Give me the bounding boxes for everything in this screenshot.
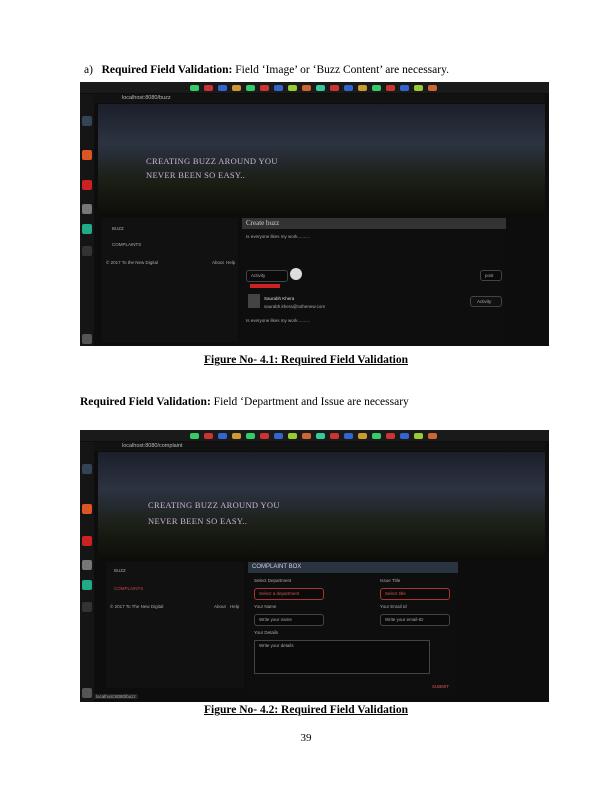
email-input[interactable]: Write your email-ID: [380, 614, 450, 626]
address-bar[interactable]: localhost:8080/complaint: [94, 442, 545, 451]
firefox-icon[interactable]: [82, 150, 92, 160]
user-email: saurabh.khera@tothenew.com: [264, 304, 326, 309]
webstorm-icon[interactable]: [82, 224, 92, 234]
section-a-prefix: a): [84, 64, 93, 76]
nav-footer: © 2017 To The New Digital: [110, 604, 164, 609]
label-department: Select Department: [254, 578, 292, 583]
section-a-heading: a) Required Field Validation: Field ‘Ima…: [84, 64, 449, 76]
figure2-screenshot: localhost:8080/complaint CREATING BUZZ A…: [80, 430, 549, 702]
issue-select[interactable]: Select title: [380, 588, 450, 600]
chrome-icon[interactable]: [82, 180, 92, 190]
launcher-sidebar: [80, 442, 94, 702]
create-buzz-panel: Create buzz Is everyone likes my work...…: [242, 218, 506, 342]
details-textarea[interactable]: Write your details: [254, 640, 430, 674]
camera-icon[interactable]: [290, 268, 302, 280]
category-dropdown[interactable]: Activity: [246, 270, 288, 282]
activity-button[interactable]: Activity: [470, 296, 502, 307]
nav-help[interactable]: Help: [226, 260, 235, 265]
label-details: Your Details: [254, 630, 279, 635]
chrome-icon[interactable]: [82, 536, 92, 546]
user-name: Saurabh Khera: [264, 296, 295, 301]
hero-banner: CREATING BUZZ AROUND YOU NEVER BEEN SO E…: [98, 452, 545, 560]
nav-help[interactable]: Help: [230, 604, 239, 609]
left-nav-panel: BUZZ COMPLAINTS © 2017 To The New Digita…: [106, 562, 244, 688]
figure2-caption: Figure No- 4.2: Required Field Validatio…: [203, 704, 409, 716]
page-number: 39: [300, 732, 312, 744]
section-b-rest: Field ‘Department and Issue are necessar…: [210, 396, 409, 408]
figure1-screenshot: localhost:8080/buzz CREATING BUZZ AROUND…: [80, 82, 549, 346]
firefox-icon[interactable]: [82, 504, 92, 514]
create-buzz-input[interactable]: Is everyone likes my work..........: [246, 234, 310, 239]
settings-icon[interactable]: [82, 204, 92, 214]
browser-tab-bar: [80, 82, 549, 93]
section-a-bold: Required Field Validation:: [101, 64, 233, 76]
label-email: Your Email Id: [380, 604, 407, 609]
nav-buzz[interactable]: BUZZ: [112, 226, 124, 231]
name-input[interactable]: Write your name: [254, 614, 324, 626]
address-url: localhost:8080/complaint: [122, 443, 183, 449]
trash-icon[interactable]: [82, 334, 92, 344]
figure1-caption: Figure No- 4.1: Required Field Validatio…: [203, 354, 409, 366]
nav-buzz[interactable]: BUZZ: [114, 568, 126, 573]
validation-error-tooltip: [250, 284, 280, 288]
hero-line-2: NEVER BEEN SO EASY..: [148, 516, 248, 526]
nav-about[interactable]: About: [214, 604, 226, 609]
post-text: Is everyone likes my work..........: [246, 318, 311, 323]
nav-about[interactable]: About: [212, 260, 224, 265]
section-a-rest: Field ‘Image’ or ‘Buzz Content’ are nece…: [232, 64, 449, 76]
trash-icon[interactable]: [82, 688, 92, 698]
complaint-box-panel: COMPLAINT BOX Select Department Issue Ti…: [248, 562, 458, 696]
files-icon[interactable]: [82, 464, 92, 474]
settings-icon[interactable]: [82, 560, 92, 570]
browser-tab-bar: [80, 430, 549, 441]
hero-line-1: CREATING BUZZ AROUND YOU: [148, 500, 280, 510]
terminal-icon[interactable]: [82, 602, 92, 612]
status-bar-url: localhost:8080/buzz: [94, 694, 138, 699]
files-icon[interactable]: [82, 116, 92, 126]
hero-banner: CREATING BUZZ AROUND YOU NEVER BEEN SO E…: [98, 104, 545, 216]
nav-complaints[interactable]: COMPLAINTS: [114, 586, 143, 591]
nav-complaints[interactable]: COMPLAINTS: [112, 242, 141, 247]
submit-button[interactable]: SUBMIT: [432, 684, 449, 689]
address-url: localhost:8080/buzz: [122, 95, 171, 101]
create-buzz-title: Create buzz: [242, 218, 506, 229]
label-name: Your Name: [254, 604, 277, 609]
section-b-heading: Required Field Validation: Field ‘Depart…: [80, 396, 409, 408]
complaint-box-title: COMPLAINT BOX: [248, 562, 458, 573]
post-button[interactable]: post: [480, 270, 502, 281]
terminal-icon[interactable]: [82, 246, 92, 256]
department-select[interactable]: Select a department: [254, 588, 324, 600]
launcher-sidebar: [80, 94, 94, 346]
nav-footer: © 2017 To the New Digital: [106, 260, 159, 265]
webstorm-icon[interactable]: [82, 580, 92, 590]
user-avatar: [248, 294, 260, 308]
section-b-bold: Required Field Validation:: [80, 396, 211, 408]
hero-line-1: CREATING BUZZ AROUND YOU: [146, 156, 278, 166]
label-issue: Issue Title: [380, 578, 401, 583]
address-bar[interactable]: localhost:8080/buzz: [94, 94, 545, 103]
hero-line-2: NEVER BEEN SO EASY..: [146, 170, 246, 180]
left-nav-panel: BUZZ COMPLAINTS © 2017 To the New Digita…: [102, 218, 238, 342]
